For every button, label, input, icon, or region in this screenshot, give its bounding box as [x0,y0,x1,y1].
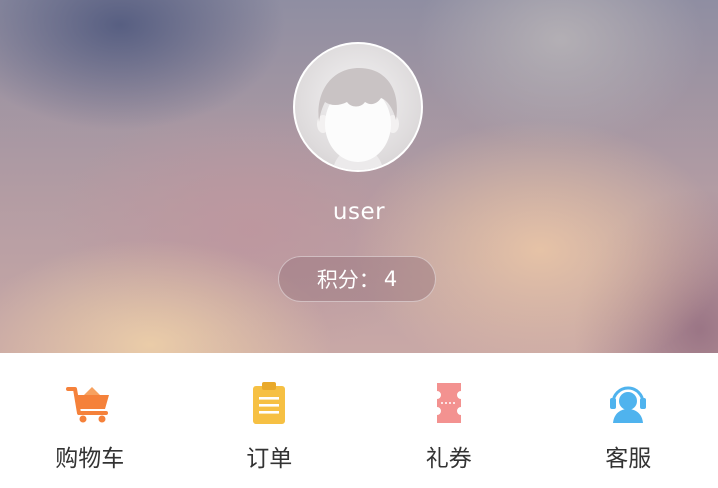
headset-icon [604,381,652,425]
clipboard-icon [245,381,293,425]
cart-icon [65,381,114,425]
default-avatar-icon [317,68,399,170]
nav-item-service[interactable]: 客服 [539,353,718,488]
nav-label-service: 客服 [605,446,652,472]
quick-nav: 购物车 订单 礼券 客服 [0,353,718,488]
nav-item-cart[interactable]: 购物车 [0,353,180,488]
avatar[interactable] [293,42,423,172]
points-badge[interactable]: 积分： 4 [278,256,436,302]
nav-item-orders[interactable]: 订单 [180,353,360,488]
points-label: 积分： [316,268,380,292]
nav-label-coupons: 礼券 [425,446,472,472]
points-value: 4 [383,267,398,291]
profile-header: user 积分： 4 [0,0,718,353]
username: user [332,199,386,225]
ticket-icon [425,381,473,425]
nav-item-coupons[interactable]: 礼券 [359,353,539,488]
nav-label-orders: 订单 [246,446,293,472]
nav-label-cart: 购物车 [55,446,125,472]
